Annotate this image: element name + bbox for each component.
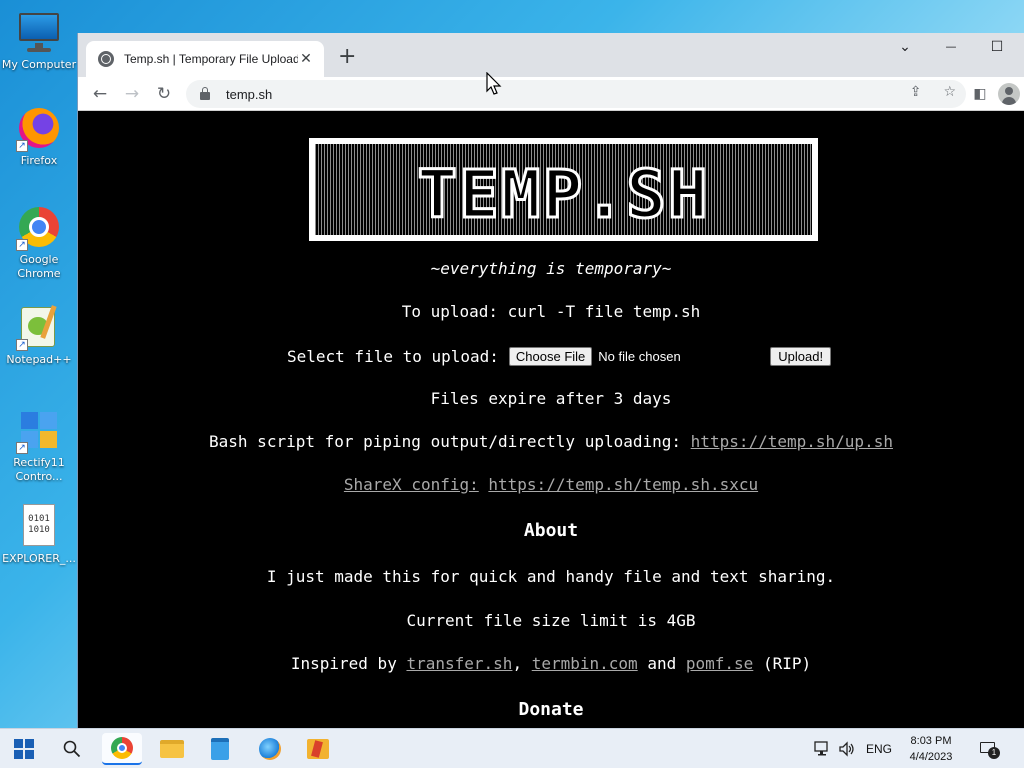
notepad-plus-plus-icon: ↗ (16, 305, 62, 351)
and-word: and (647, 654, 677, 673)
start-button[interactable] (4, 733, 44, 765)
upload-instructions: To upload: curl -T file temp.sh (401, 302, 701, 321)
chrome-icon: ↗ (16, 205, 62, 251)
tab-title: Temp.sh | Temporary File Upload (124, 52, 298, 66)
notification-center[interactable]: 1 (980, 729, 1000, 768)
search-button[interactable] (52, 733, 92, 765)
tab-strip: Temp.sh | Temporary File Upload ✕ + ⌄ — … (78, 33, 1024, 77)
bookmark-star-icon[interactable]: ☆ (943, 84, 956, 100)
share-icon[interactable]: ⇪ (910, 84, 922, 100)
desktop-icon-notepad-plus-plus[interactable]: ↗ Notepad++ (0, 305, 78, 367)
taskbar-app[interactable] (298, 733, 338, 765)
maximize-button[interactable]: ☐ (974, 37, 1020, 57)
monitor-icon (16, 10, 62, 56)
taskbar-file-explorer[interactable] (152, 733, 192, 765)
taskbar: ENG 8:03 PM 4/4/2023 1 (0, 728, 1024, 768)
rip-text: (RIP) (762, 654, 812, 673)
logo-text: TEMP.SH (416, 155, 710, 235)
clock-date: 4/4/2023 (909, 751, 953, 763)
taskbar-browser-app[interactable] (250, 733, 290, 765)
sharex-line: ShareX config: https://temp.sh/temp.sh.s… (78, 475, 1024, 494)
language-indicator[interactable]: ENG (866, 729, 892, 768)
bash-script-label: Bash script for piping output/directly u… (209, 432, 682, 451)
desktop-icon-rectify11[interactable]: ↗ Rectify11 Contro... (0, 408, 78, 484)
sharex-config-link[interactable]: ShareX config: (344, 475, 479, 494)
minimize-button[interactable]: — (928, 37, 974, 57)
inspired-by-line: Inspired by transfer.sh, termbin.com and… (78, 654, 1024, 673)
lock-icon (200, 87, 210, 100)
no-file-chosen-text: No file chosen (598, 349, 681, 364)
back-arrow-icon[interactable]: ← (90, 84, 110, 104)
windows-start-icon (14, 739, 34, 759)
desktop-icon-label: Firefox (20, 154, 58, 167)
search-icon (63, 740, 81, 758)
globe-app-icon (259, 738, 281, 760)
notepad-icon (211, 738, 229, 760)
notification-icon: 1 (980, 741, 1000, 759)
desktop-icon-my-computer[interactable]: My Computer (0, 10, 78, 72)
bash-script-link[interactable]: https://temp.sh/up.sh (691, 432, 893, 451)
comma-separator: , (512, 654, 523, 673)
desktop-icon-label: Notepad++ (6, 353, 72, 366)
shortcut-arrow-icon: ↗ (16, 339, 28, 351)
desktop-icon-google-chrome[interactable]: ↗ Google Chrome (0, 205, 78, 281)
desktop-icon-label: My Computer (1, 58, 77, 71)
desktop-icon-label: EXPLORER_... (2, 552, 76, 565)
desktop-icons: My Computer ↗ Firefox ↗ Google Chrome ↗ … (0, 0, 78, 728)
sharex-file-link[interactable]: https://temp.sh/temp.sh.sxcu (488, 475, 758, 494)
volume-icon[interactable] (838, 729, 856, 768)
binary-file-glyph: 0101 1010 (28, 514, 50, 535)
donate-heading: Donate (518, 699, 584, 720)
browser-toolbar: ← → ↻ temp.sh ⇪ ☆ ◧ (78, 77, 1024, 111)
tagline: ~everything is temporary~ (430, 259, 672, 278)
choose-file-button[interactable]: Choose File (508, 347, 593, 366)
windows-logo-icon: ↗ (16, 408, 62, 454)
clock-time: 8:03 PM (910, 735, 952, 747)
tab-temp-sh[interactable]: Temp.sh | Temporary File Upload ✕ (86, 41, 324, 77)
profile-avatar-icon[interactable] (998, 83, 1020, 105)
expire-text: Files expire after 3 days (430, 389, 672, 408)
desktop-icon-label: Rectify11 Contro... (13, 456, 65, 483)
firefox-icon: ↗ (16, 106, 62, 152)
about-heading: About (523, 520, 579, 541)
inspired-by-label: Inspired by (290, 654, 397, 673)
globe-icon (98, 51, 114, 67)
bash-script-line: Bash script for piping output/directly u… (78, 432, 1024, 451)
binary-file-icon: 0101 1010 (16, 504, 62, 550)
close-tab-icon[interactable]: ✕ (298, 51, 314, 67)
temp-sh-logo: TEMP.SH (309, 138, 818, 241)
url-text: temp.sh (226, 86, 273, 102)
forward-arrow-icon[interactable]: → (122, 84, 142, 104)
transfer-sh-link[interactable]: transfer.sh (406, 654, 512, 673)
clock[interactable]: 8:03 PM 4/4/2023 (895, 733, 967, 765)
address-bar[interactable]: temp.sh ⇪ ☆ (186, 80, 966, 108)
network-icon[interactable] (814, 729, 832, 768)
termbin-link[interactable]: termbin.com (532, 654, 638, 673)
desktop-icon-explorer-file[interactable]: 0101 1010 EXPLORER_... (0, 504, 78, 566)
shortcut-arrow-icon: ↗ (16, 140, 28, 152)
shortcut-arrow-icon: ↗ (16, 442, 28, 454)
side-panel-icon[interactable]: ◧ (970, 84, 990, 104)
new-tab-button[interactable]: + (338, 45, 356, 69)
tab-search-dropdown-icon[interactable]: ⌄ (882, 37, 928, 57)
page-content: TEMP.SH ~everything is temporary~ To upl… (78, 111, 1024, 728)
reload-icon[interactable]: ↻ (154, 84, 174, 104)
select-file-label: Select file to upload: (287, 347, 499, 366)
notification-badge: 1 (988, 747, 1000, 759)
folder-icon (160, 740, 184, 758)
app-icon (307, 739, 329, 759)
taskbar-chrome[interactable] (102, 733, 142, 765)
browser-window: Temp.sh | Temporary File Upload ✕ + ⌄ — … (77, 33, 1024, 728)
desktop-icon-label: Google Chrome (17, 253, 61, 280)
address-bar-icons: ⇪ ☆ (910, 84, 956, 100)
taskbar-notepad[interactable] (200, 733, 240, 765)
pomf-se-link[interactable]: pomf.se (686, 654, 753, 673)
upload-button[interactable]: Upload! (770, 347, 832, 366)
shortcut-arrow-icon: ↗ (16, 239, 28, 251)
about-text: I just made this for quick and handy fil… (266, 567, 836, 586)
desktop-icon-firefox[interactable]: ↗ Firefox (0, 106, 78, 168)
chrome-icon (111, 737, 133, 759)
size-limit-text: Current file size limit is 4GB (406, 611, 696, 630)
file-upload-form: Select file to upload: Choose File No fi… (287, 347, 832, 366)
